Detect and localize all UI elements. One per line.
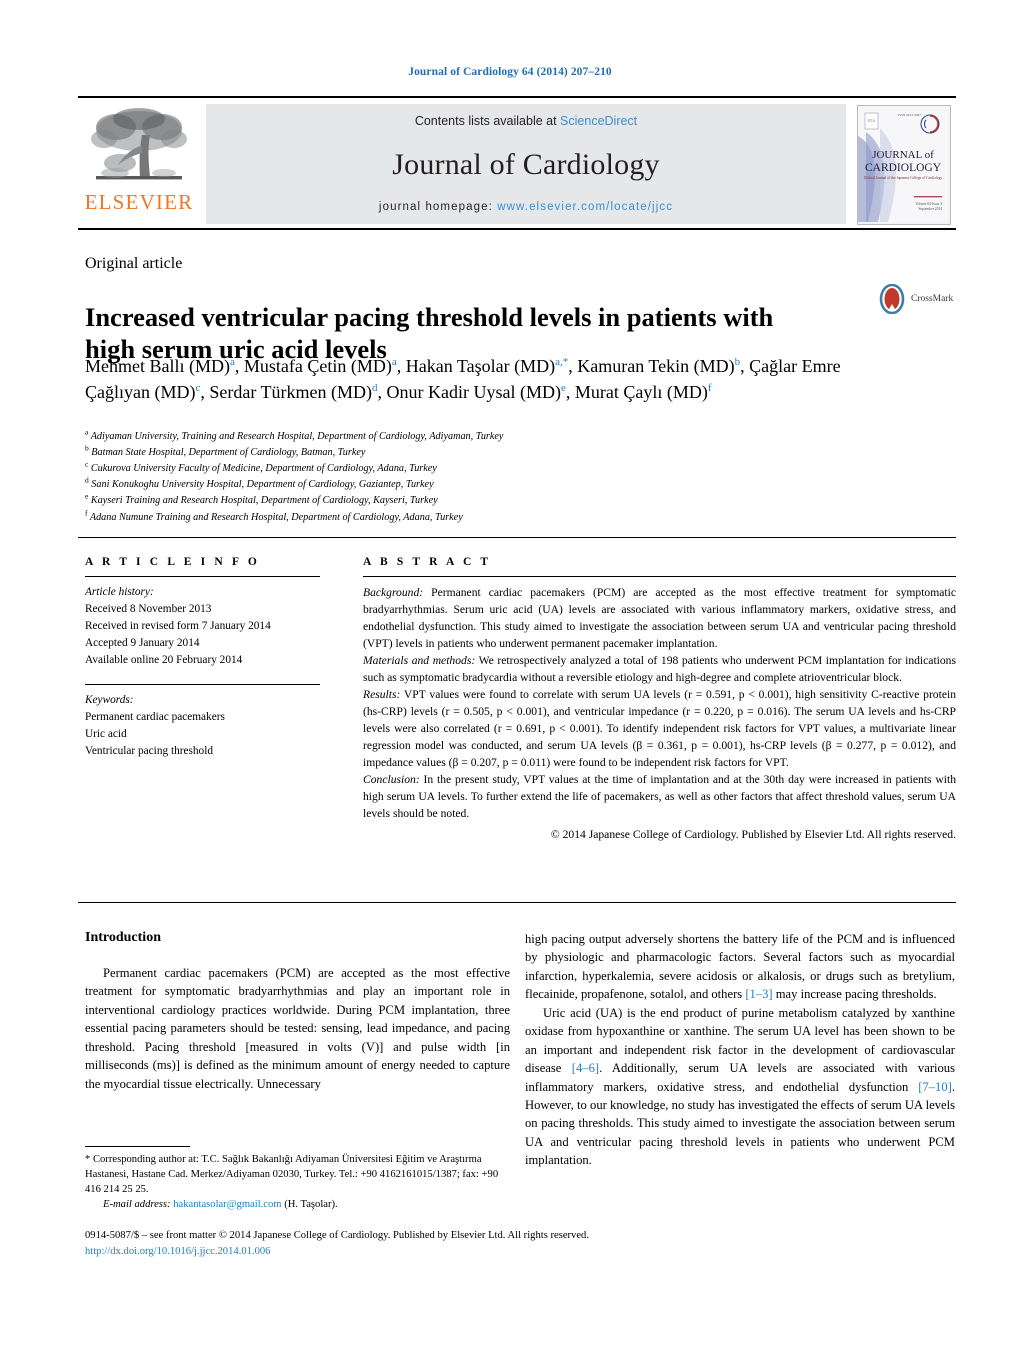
keyword-item: Ventricular pacing threshold xyxy=(85,744,213,757)
masthead-center-band: Contents lists available at ScienceDirec… xyxy=(206,104,846,224)
history-item: Received in revised form 7 January 2014 xyxy=(85,619,271,632)
affiliation-mark: c xyxy=(85,459,89,469)
paragraph: Permanent cardiac pacemakers (PCM) are a… xyxy=(85,966,510,1091)
crossmark-icon xyxy=(879,284,905,314)
issn-line: 0914-5087/$ – see front matter © 2014 Ja… xyxy=(85,1230,589,1241)
contents-prefix: Contents lists available at xyxy=(414,114,561,128)
svg-text:JOURNAL of: JOURNAL of xyxy=(872,149,934,161)
affiliation-mark: f xyxy=(85,508,88,518)
article-info-heading: A R T I C L E I N F O xyxy=(85,556,260,568)
abstract-results-text: VPT values were found to correlate with … xyxy=(363,688,956,770)
journal-masthead: ELSEVIER Contents lists available at Sci… xyxy=(78,96,956,230)
affiliation-mark: d xyxy=(85,475,89,485)
article-history-label: Article history: xyxy=(85,586,154,598)
abstract-bottom-rule xyxy=(78,902,956,903)
affiliation-item: a Adiyaman University, Training and Rese… xyxy=(85,427,504,442)
abstract-conclusion-label: Conclusion: xyxy=(363,773,420,787)
affiliation-mark: b xyxy=(85,443,89,453)
para-text: may increase pacing thresholds. xyxy=(772,987,937,1002)
abstract-heading: A B S T R A C T xyxy=(363,556,492,568)
affiliation-item: c Cukurova University Faculty of Medicin… xyxy=(85,459,437,475)
abstract-background-label: Background: xyxy=(363,586,424,599)
affiliation-item: b Batman State Hospital, Department of C… xyxy=(85,443,366,459)
abstract-column: A B S T R A C T Background: Permanent ca… xyxy=(363,556,956,843)
elsevier-wordmark: ELSEVIER xyxy=(84,190,194,214)
svg-text:CARDIOLOGY: CARDIOLOGY xyxy=(865,162,942,174)
author-list: Mehmet Ballı (MD)a, Mustafa Çetin (MD)a,… xyxy=(85,356,841,403)
corresponding-author-text: Corresponding author at: T.C. Sağlık Bak… xyxy=(85,1154,499,1196)
paragraph: Uric acid (UA) is the end product of pur… xyxy=(525,1004,955,1170)
running-head: Journal of Cardiology 64 (2014) 207–210 xyxy=(408,66,612,78)
abstract-methods: Materials and methods: We retrospectivel… xyxy=(363,652,956,686)
footnote-rule xyxy=(85,1146,190,1147)
citation-ref[interactable]: [7–10] xyxy=(918,1080,952,1094)
abstract-copyright: © 2014 Japanese College of Cardiology. P… xyxy=(550,828,956,842)
abstract-background-text: Permanent cardiac pacemakers (PCM) are a… xyxy=(363,586,956,651)
body-column-right: high pacing output adversely shortens th… xyxy=(525,930,955,1170)
abstract-results-label: Results: xyxy=(363,688,401,702)
doi-link[interactable]: http://dx.doi.org/10.1016/j.jjcc.2014.01… xyxy=(85,1244,965,1260)
affiliation-item: e Kayseri Training and Research Hospital… xyxy=(85,492,438,507)
email-line: E-mail address: hakantasolar@gmail.com (… xyxy=(85,1197,515,1212)
abstract-top-rule xyxy=(78,537,956,538)
citation-ref[interactable]: [1–3] xyxy=(745,987,772,1001)
svg-text:Volume 64 Issue 3: Volume 64 Issue 3 xyxy=(915,202,942,206)
svg-text:Official Journal of the Japane: Official Journal of the Japanese College… xyxy=(864,176,943,180)
email-label: E-mail address: xyxy=(103,1199,171,1211)
history-item: Available online 20 February 2014 xyxy=(85,653,243,666)
contents-list-line: Contents lists available at ScienceDirec… xyxy=(415,114,637,128)
affiliation-list: a Adiyaman University, Training and Rese… xyxy=(85,427,885,526)
journal-cover-thumbnail: ELS ISSN 0914-5087 JOURNAL of CARDIOLOGY… xyxy=(857,104,951,225)
svg-text:September 2014: September 2014 xyxy=(919,207,943,211)
cover-artwork: ELS ISSN 0914-5087 JOURNAL of CARDIOLOGY… xyxy=(858,105,948,222)
journal-homepage-line: journal homepage: www.elsevier.com/locat… xyxy=(379,201,673,213)
abstract-methods-label: Materials and methods: xyxy=(363,654,476,668)
introduction-left-text: Permanent cardiac pacemakers (PCM) are a… xyxy=(85,964,510,1093)
elsevier-tree-icon xyxy=(91,108,187,180)
affiliation-mark: a xyxy=(85,427,89,437)
crossmark-label: CrossMark xyxy=(911,294,954,304)
journal-homepage-link[interactable]: www.elsevier.com/locate/jjcc xyxy=(497,201,673,213)
colophon: 0914-5087/$ – see front matter © 2014 Ja… xyxy=(85,1228,965,1260)
citation-ref[interactable]: [4–6] xyxy=(572,1061,599,1075)
history-item: Received 8 November 2013 xyxy=(85,602,212,615)
email-link[interactable]: hakantasolar@gmail.com xyxy=(173,1199,281,1210)
introduction-right-text: high pacing output adversely shortens th… xyxy=(525,930,955,1170)
corresponding-author-footnote: * Corresponding author at: T.C. Sağlık B… xyxy=(85,1152,515,1212)
keywords-label: Keywords: xyxy=(85,693,134,706)
svg-text:ELS: ELS xyxy=(868,118,875,123)
article-type-kicker: Original article xyxy=(85,255,183,272)
elsevier-logo: ELSEVIER xyxy=(78,101,200,228)
abstract-results: Results: VPT values were found to correl… xyxy=(363,686,956,771)
paper-page: Journal of Cardiology 64 (2014) 207–210 xyxy=(0,0,1020,1351)
paragraph: high pacing output adversely shortens th… xyxy=(525,930,955,1004)
history-item: Accepted 9 January 2014 xyxy=(85,636,200,649)
keyword-item: Uric acid xyxy=(85,727,127,740)
introduction-heading: Introduction xyxy=(85,930,161,945)
abstract-background: Background: Permanent cardiac pacemakers… xyxy=(363,584,956,652)
keywords-rule xyxy=(85,683,320,685)
affiliation-mark: e xyxy=(85,492,89,502)
article-info-rule xyxy=(85,576,320,577)
keywords-block: Keywords: Permanent cardiac pacemakers U… xyxy=(85,692,320,760)
abstract-rule xyxy=(363,576,956,577)
journal-title: Journal of Cardiology xyxy=(392,147,660,181)
article-history-block: Article history: Received 8 November 201… xyxy=(85,584,320,669)
body-column-left: Introduction Permanent cardiac pacemaker… xyxy=(85,930,510,1093)
keyword-item: Permanent cardiac pacemakers xyxy=(85,710,225,723)
crossmark-badge[interactable]: CrossMark xyxy=(877,284,961,314)
abstract-conclusion-text: In the present study, VPT values at the … xyxy=(363,773,956,821)
email-suffix: (H. Taşolar). xyxy=(281,1199,338,1211)
affiliation-item: d Sani Konukoghu University Hospital, De… xyxy=(85,475,434,491)
sciencedirect-link[interactable]: ScienceDirect xyxy=(560,114,637,128)
journal-cover-block: ELS ISSN 0914-5087 JOURNAL of CARDIOLOGY… xyxy=(852,101,956,228)
abstract-body: Background: Permanent cardiac pacemakers… xyxy=(363,584,956,843)
article-info-column: A R T I C L E I N F O Article history: R… xyxy=(85,556,320,759)
svg-text:ISSN 0914-5087: ISSN 0914-5087 xyxy=(898,113,921,117)
homepage-prefix: journal homepage: xyxy=(378,201,498,213)
affiliation-item: f Adana Numune Training and Research Hos… xyxy=(85,508,463,523)
abstract-conclusion: Conclusion: In the present study, VPT va… xyxy=(363,771,956,822)
